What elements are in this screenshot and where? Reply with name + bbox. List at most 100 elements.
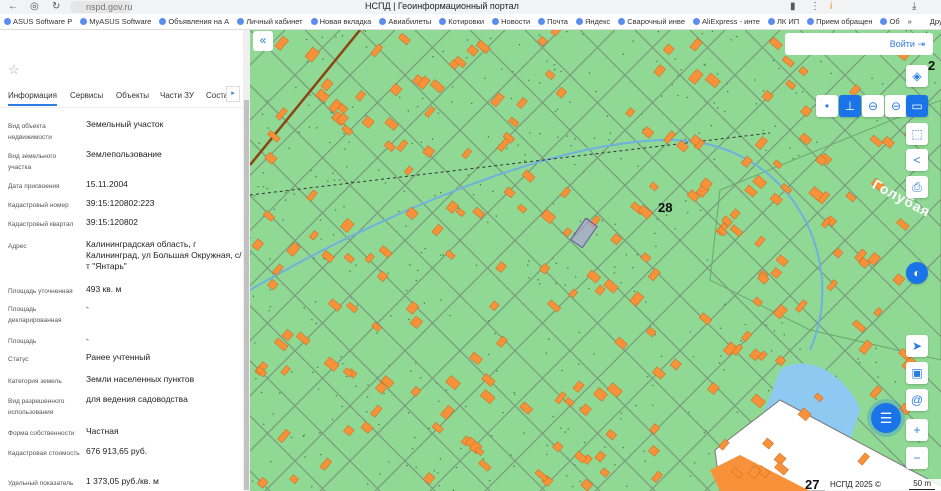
other-bookmarks-button[interactable]: Другие закладки bbox=[930, 17, 941, 26]
vegetation-dot bbox=[339, 179, 341, 181]
bookmark-item[interactable]: Объявления на А bbox=[159, 17, 229, 26]
house bbox=[440, 404, 455, 420]
vegetation-dot bbox=[871, 77, 873, 80]
vegetation-dot bbox=[835, 375, 837, 377]
vegetation-dot bbox=[333, 179, 336, 181]
more-bookmarks-button[interactable]: » bbox=[908, 17, 912, 26]
attribute-label: Площадь уточненная bbox=[8, 288, 73, 295]
house bbox=[480, 389, 496, 405]
tab-3[interactable]: Части ЗУ bbox=[160, 91, 194, 100]
vegetation-dot bbox=[783, 333, 785, 336]
address-bar[interactable]: nspd.gov.ru bbox=[70, 1, 132, 13]
bookmark-icon[interactable]: ▮ bbox=[790, 1, 796, 12]
attribute-label: Дата присвоения bbox=[8, 183, 60, 190]
polygon-select-button[interactable]: ⬚ bbox=[906, 123, 928, 145]
vegetation-dot bbox=[671, 84, 673, 86]
vegetation-dot bbox=[424, 247, 426, 250]
vegetation-dot bbox=[882, 83, 884, 85]
vegetation-dot bbox=[857, 358, 859, 360]
vegetation-dot bbox=[719, 362, 721, 364]
house bbox=[534, 469, 549, 482]
bookmark-item[interactable]: Котировки bbox=[439, 17, 484, 26]
vegetation-dot bbox=[789, 147, 791, 149]
vegetation-dot bbox=[442, 254, 444, 256]
street bbox=[250, 30, 711, 491]
minimap-button[interactable]: ▣ bbox=[906, 362, 928, 384]
panel-scrollbar[interactable] bbox=[243, 30, 250, 491]
favorite-star-icon[interactable]: ☆ bbox=[8, 62, 20, 78]
vegetation-dot bbox=[646, 375, 649, 378]
vegetation-dot bbox=[251, 480, 254, 482]
bookmark-item[interactable]: Почта bbox=[538, 17, 568, 26]
bookmark-item[interactable]: Прием обращен bbox=[807, 17, 872, 26]
vegetation-dot bbox=[407, 110, 409, 112]
chat-button[interactable]: ☰ bbox=[871, 403, 901, 433]
tab-4[interactable]: Соста bbox=[206, 91, 228, 100]
measure-tool-button[interactable]: ⊥ bbox=[839, 95, 861, 117]
info-panel: ☆ Информация Сервисы Объекты Части ЗУ Соста … bbox=[0, 30, 243, 491]
bookmark-item[interactable]: ASUS Software P bbox=[4, 17, 72, 26]
zoom-out-button[interactable]: − bbox=[906, 447, 928, 469]
tab-0[interactable]: Информация bbox=[8, 91, 57, 106]
bookmark-item[interactable]: Сварочный инве bbox=[618, 17, 685, 26]
house bbox=[466, 44, 479, 57]
share-button[interactable]: < bbox=[906, 149, 928, 171]
extension-icon[interactable]: i bbox=[830, 1, 832, 12]
vegetation-dot bbox=[875, 398, 877, 400]
login-button[interactable]: Войти ⇥ bbox=[785, 33, 933, 55]
map-canvas[interactable]: « Войти ⇥ 2 28 27 Голубая ◈ • ⊥ ⊖ ⊖ ▭ ⬚ … bbox=[250, 30, 941, 491]
area-tool-button[interactable]: ⊖ bbox=[862, 95, 884, 117]
tab-2[interactable]: Объекты bbox=[116, 91, 149, 100]
vegetation-dot bbox=[466, 57, 468, 59]
vegetation-dot bbox=[740, 339, 742, 342]
vegetation-dot bbox=[820, 60, 822, 63]
house bbox=[555, 86, 568, 99]
vegetation-dot bbox=[677, 95, 679, 97]
house bbox=[341, 124, 354, 136]
vegetation-dot bbox=[613, 266, 616, 268]
house bbox=[781, 55, 795, 68]
house bbox=[800, 105, 813, 118]
reload-icon[interactable]: ↻ bbox=[52, 1, 60, 12]
extension-icon[interactable]: ◎ bbox=[30, 1, 39, 12]
vegetation-dot bbox=[723, 303, 726, 305]
vegetation-dot bbox=[564, 431, 566, 433]
zoom-in-button[interactable]: + bbox=[906, 419, 928, 441]
address-search-button[interactable]: @ bbox=[906, 389, 928, 411]
street bbox=[250, 30, 561, 342]
bookmark-item[interactable]: AliExpress - инте bbox=[693, 17, 760, 26]
point-tool-button[interactable]: • bbox=[816, 95, 838, 117]
vegetation-dot bbox=[518, 44, 521, 46]
locate-button[interactable]: ➤ bbox=[906, 335, 928, 357]
layers-button[interactable]: ◈ bbox=[906, 65, 928, 87]
bookmark-item[interactable]: Об bbox=[880, 17, 900, 26]
bookmark-item[interactable]: Новая вкладка bbox=[310, 17, 371, 26]
bookmark-item[interactable]: ЛК ИП bbox=[767, 17, 799, 26]
scrollbar-thumb[interactable] bbox=[244, 100, 249, 490]
vegetation-dot bbox=[566, 135, 568, 137]
back-icon[interactable]: ← bbox=[8, 1, 18, 12]
bookmark-item[interactable]: Авиабилеты bbox=[379, 17, 431, 26]
bookmark-favicon-icon bbox=[310, 18, 318, 25]
bookmark-item[interactable]: Личный кабинет bbox=[237, 17, 303, 26]
downloads-icon[interactable]: ⤓ bbox=[912, 1, 916, 12]
vegetation-dot bbox=[708, 452, 710, 455]
house bbox=[640, 252, 652, 264]
house bbox=[688, 68, 704, 85]
vegetation-dot bbox=[322, 58, 324, 60]
assistant-button[interactable]: ◐ bbox=[906, 262, 928, 284]
bookmark-item[interactable]: Новости bbox=[492, 17, 530, 26]
print-button[interactable]: ⎙ bbox=[906, 176, 928, 198]
attribute-value: 1 373,05 руб./кв. м bbox=[86, 476, 159, 486]
vegetation-dot bbox=[797, 154, 800, 157]
menu-icon[interactable]: ⋮ bbox=[810, 1, 820, 12]
house bbox=[445, 375, 461, 391]
vegetation-dot bbox=[343, 206, 345, 208]
collapse-panel-button[interactable]: « bbox=[253, 31, 273, 51]
tabs-scroll-right-button[interactable]: ▸ bbox=[226, 86, 240, 102]
bookmark-item[interactable]: MyASUS Software bbox=[80, 17, 151, 26]
selection-tool-button[interactable]: ▭ bbox=[906, 95, 928, 117]
volume-tool-button[interactable]: ⊖ bbox=[885, 95, 907, 117]
bookmark-item[interactable]: Яндекс bbox=[575, 17, 610, 26]
tab-1[interactable]: Сервисы bbox=[70, 91, 103, 100]
